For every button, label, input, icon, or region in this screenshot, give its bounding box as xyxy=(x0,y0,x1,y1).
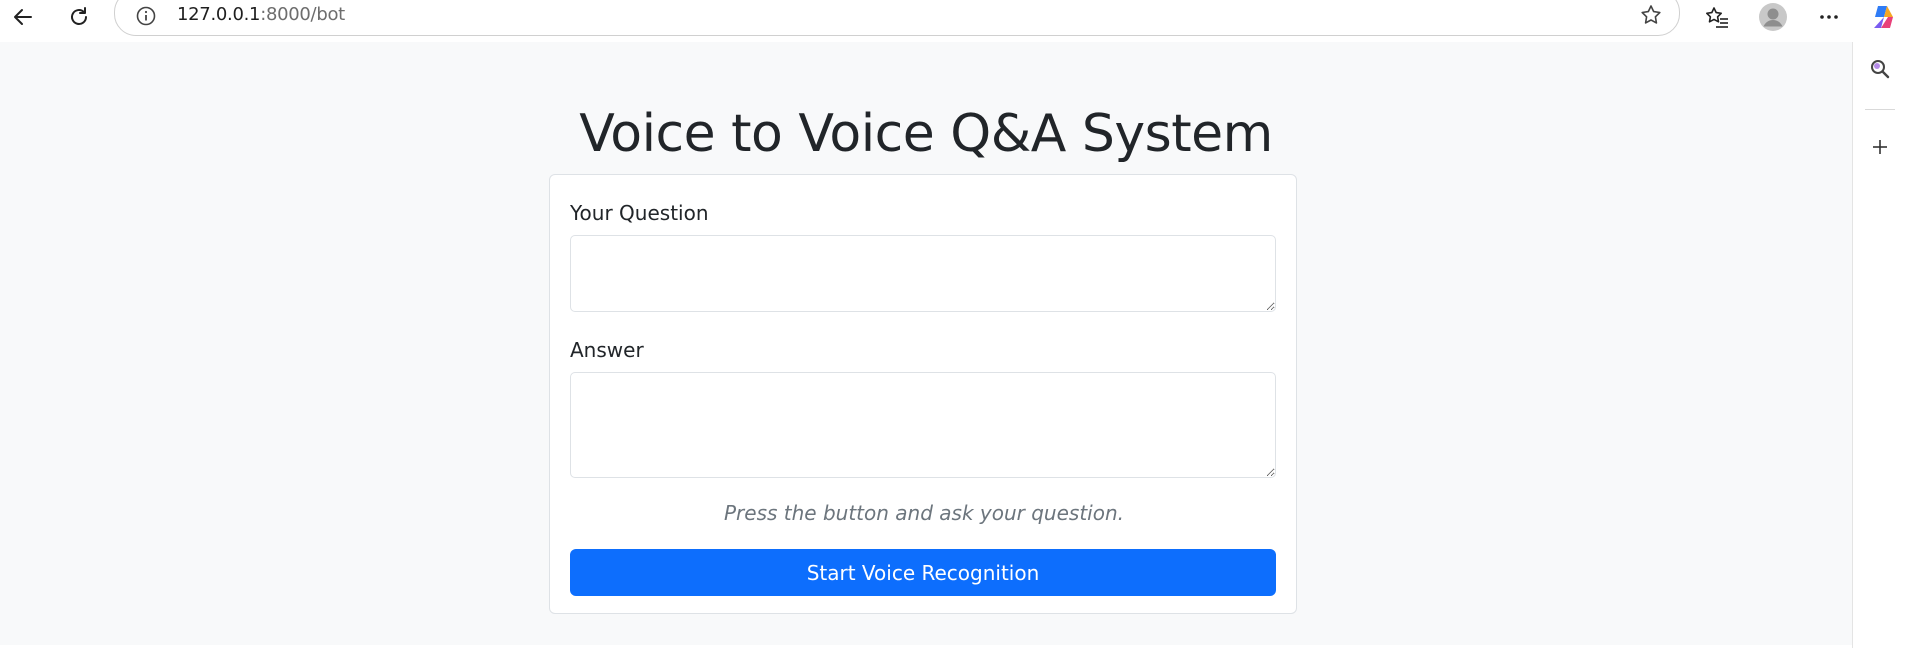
qa-card: Your Question Answer Press the button an… xyxy=(549,174,1297,614)
start-voice-recognition-button[interactable]: Start Voice Recognition xyxy=(570,549,1276,596)
question-textarea[interactable] xyxy=(570,235,1276,312)
reload-icon[interactable] xyxy=(62,0,96,34)
copilot-icon[interactable] xyxy=(1866,0,1900,34)
browser-sidebar xyxy=(1852,42,1906,648)
answer-textarea[interactable] xyxy=(570,372,1276,478)
sidebar-divider xyxy=(1865,109,1895,110)
more-icon[interactable] xyxy=(1812,0,1846,34)
profile-icon[interactable] xyxy=(1756,0,1790,34)
answer-label: Answer xyxy=(570,338,644,362)
url-path: :8000/bot xyxy=(260,4,345,25)
info-icon[interactable] xyxy=(135,5,157,27)
favorites-icon[interactable] xyxy=(1700,0,1734,34)
back-arrow-icon[interactable] xyxy=(6,0,40,34)
status-text: Press the button and ask your question. xyxy=(724,501,1124,525)
plus-icon[interactable] xyxy=(1869,136,1891,163)
url-text[interactable]: 127.0.0.1:8000/bot xyxy=(177,4,345,25)
search-icon[interactable] xyxy=(1869,58,1891,85)
url-host: 127.0.0.1 xyxy=(177,4,261,25)
browser-toolbar: 127.0.0.1:8000/bot xyxy=(0,0,1906,43)
address-bar[interactable]: 127.0.0.1:8000/bot xyxy=(114,0,1680,36)
question-label: Your Question xyxy=(570,201,709,225)
star-icon[interactable] xyxy=(1639,3,1663,32)
page-title: Voice to Voice Q&A System xyxy=(579,104,1273,164)
page-content: Voice to Voice Q&A System Your Question … xyxy=(0,42,1852,645)
